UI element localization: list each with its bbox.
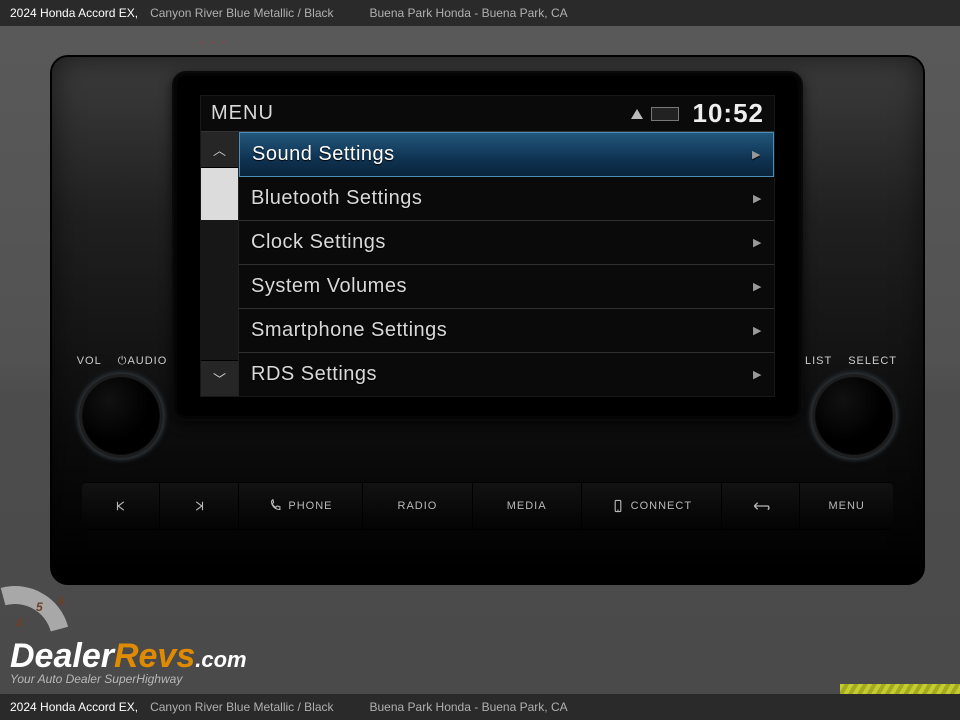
- chevron-right-icon: ▶: [753, 192, 762, 205]
- menu-item-label: Sound Settings: [252, 143, 395, 166]
- touchscreen[interactable]: MENU 10:52 ︿ ﹀: [200, 95, 775, 397]
- menu-item-system-volumes[interactable]: System Volumes ▶: [239, 265, 774, 309]
- header-model: 2024 Honda Accord EX,: [10, 6, 138, 20]
- radio-label: RADIO: [398, 500, 438, 512]
- next-track-icon: [192, 499, 206, 513]
- list-label: LIST: [805, 355, 832, 367]
- screen-title: MENU: [211, 102, 274, 125]
- watermark-tagline: Your Auto Dealer SuperHighway: [10, 672, 247, 686]
- phone-button[interactable]: PHONE: [239, 483, 364, 529]
- scroll-track[interactable]: [201, 168, 238, 360]
- accent-stripe: [840, 684, 960, 694]
- head-unit: MENU 10:52 ︿ ﹀: [50, 55, 925, 585]
- chevron-right-icon: ▶: [753, 324, 762, 337]
- connect-label: CONNECT: [631, 500, 692, 512]
- gps-icon: [631, 109, 643, 119]
- watermark-brand-b: Revs: [114, 637, 195, 676]
- phone-label: PHONE: [288, 500, 332, 512]
- watermark-brand-c: .com: [195, 647, 246, 673]
- smartphone-icon: [611, 499, 625, 513]
- back-button[interactable]: [722, 483, 800, 529]
- decorative-dots: • • •: [200, 37, 228, 49]
- chevron-right-icon: ▶: [753, 368, 762, 381]
- volume-knob[interactable]: [82, 377, 160, 455]
- next-track-button[interactable]: [160, 483, 238, 529]
- watermark: DealerRevs.com Your Auto Dealer SuperHig…: [10, 637, 247, 686]
- scroll-up-button[interactable]: ︿: [201, 132, 238, 168]
- menu-item-bluetooth-settings[interactable]: Bluetooth Settings ▶: [239, 177, 774, 221]
- gauge-numeral-6: 6: [58, 594, 65, 608]
- menu-list: Sound Settings ▶ Bluetooth Settings ▶ Cl…: [239, 132, 774, 396]
- menu-item-smartphone-settings[interactable]: Smartphone Settings ▶: [239, 309, 774, 353]
- clock-display: 10:52: [693, 98, 765, 129]
- vol-label: VOL: [77, 355, 102, 368]
- back-icon: [751, 499, 771, 513]
- header-color: Canyon River Blue Metallic / Black: [150, 6, 333, 20]
- menu-item-label: Clock Settings: [251, 231, 386, 254]
- menu-area: ︿ ﹀ Sound Settings ▶ Bluetooth Settings: [201, 132, 774, 396]
- gauge-numeral-5: 5: [36, 600, 43, 614]
- gauge-numeral-4: 4: [16, 616, 23, 630]
- audio-power-label: ⏻AUDIO: [118, 355, 168, 368]
- scroll-thumb[interactable]: [201, 168, 238, 220]
- screen-bezel: MENU 10:52 ︿ ﹀: [172, 71, 803, 421]
- watermark-brand-a: Dealer: [10, 637, 114, 676]
- select-label: SELECT: [848, 355, 897, 367]
- menu-item-label: RDS Settings: [251, 363, 377, 386]
- menu-button[interactable]: MENU: [800, 483, 893, 529]
- menu-item-label: System Volumes: [251, 275, 407, 298]
- select-knob[interactable]: [815, 377, 893, 455]
- media-label: MEDIA: [507, 500, 547, 512]
- menu-item-label: Smartphone Settings: [251, 319, 447, 342]
- left-knob-labels: VOL ⏻AUDIO: [72, 355, 172, 368]
- footer-bar: 2024 Honda Accord EX, Canyon River Blue …: [0, 694, 960, 720]
- scroll-down-button[interactable]: ﹀: [201, 360, 238, 396]
- phone-icon: [268, 499, 282, 513]
- media-button[interactable]: MEDIA: [473, 483, 582, 529]
- menu-item-sound-settings[interactable]: Sound Settings ▶: [239, 132, 774, 177]
- hard-button-row: PHONE RADIO MEDIA CONNECT MENU: [82, 482, 893, 530]
- header-dealer: Buena Park Honda - Buena Park, CA: [370, 6, 568, 20]
- menu-item-rds-settings[interactable]: RDS Settings ▶: [239, 353, 774, 396]
- radio-button[interactable]: RADIO: [363, 483, 472, 529]
- status-bar: MENU 10:52: [201, 96, 774, 132]
- menu-item-label: Bluetooth Settings: [251, 187, 422, 210]
- prev-track-button[interactable]: [82, 483, 160, 529]
- footer-model: 2024 Honda Accord EX,: [10, 700, 138, 714]
- watermark-logo: DealerRevs.com: [10, 637, 247, 676]
- status-indicator-icon: [651, 107, 679, 121]
- footer-dealer: Buena Park Honda - Buena Park, CA: [370, 700, 568, 714]
- chevron-right-icon: ▶: [752, 148, 761, 161]
- scrollbar[interactable]: ︿ ﹀: [201, 132, 239, 396]
- connect-button[interactable]: CONNECT: [582, 483, 722, 529]
- menu-item-clock-settings[interactable]: Clock Settings ▶: [239, 221, 774, 265]
- header-bar: 2024 Honda Accord EX, Canyon River Blue …: [0, 0, 960, 26]
- prev-track-icon: [114, 499, 128, 513]
- chevron-right-icon: ▶: [753, 280, 762, 293]
- chevron-right-icon: ▶: [753, 236, 762, 249]
- menu-label: MENU: [828, 500, 864, 512]
- page: 2024 Honda Accord EX, Canyon River Blue …: [0, 0, 960, 720]
- footer-color: Canyon River Blue Metallic / Black: [150, 700, 333, 714]
- right-knob-labels: LIST SELECT: [801, 355, 901, 367]
